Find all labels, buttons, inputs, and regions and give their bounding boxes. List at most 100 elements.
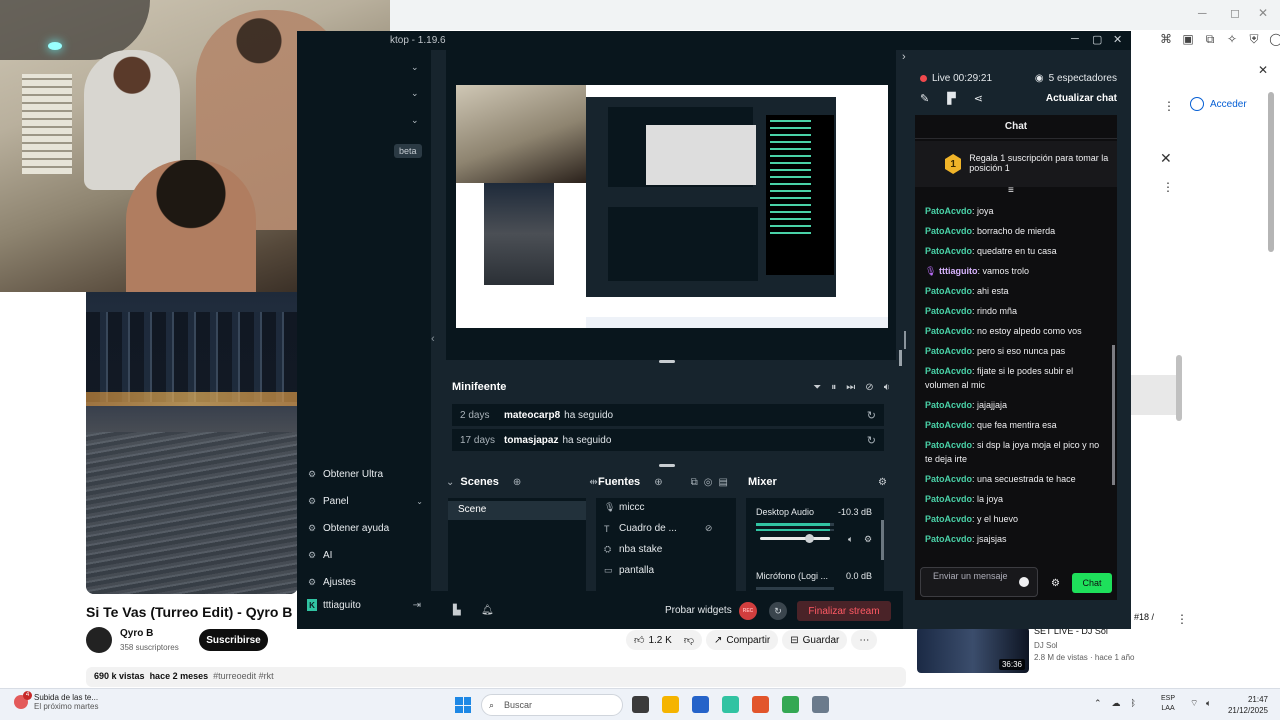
page-scrollbar[interactable]: [1268, 92, 1274, 252]
wifi-icon[interactable]: ⌔: [1190, 698, 1198, 709]
close-icon[interactable]: ✕: [1160, 150, 1172, 167]
chat-scrollbar[interactable]: [1112, 345, 1115, 485]
maximize-icon[interactable]: ▢: [1092, 33, 1102, 46]
gift-sub-banner[interactable]: 1 Regala 1 suscripción para tomar la pos…: [915, 141, 1117, 187]
slider-knob[interactable]: [805, 534, 815, 543]
refresh-chat-button[interactable]: Actualizar chat: [1046, 93, 1117, 104]
replay-icon[interactable]: ↻: [867, 409, 876, 422]
like-button[interactable]: 👍︎ 1.2 K 👎︎: [626, 630, 702, 650]
chat-user[interactable]: PatoAcvdo: [925, 366, 972, 376]
chat-send-button[interactable]: Chat: [1072, 573, 1112, 593]
panel-divider[interactable]: [904, 331, 906, 349]
bell-icon[interactable]: 🔔︎: [481, 605, 494, 616]
skip-icon[interactable]: ⏭: [846, 382, 855, 393]
subscribe-button[interactable]: Suscribirse: [199, 629, 268, 651]
recommended-channel[interactable]: DJ Sol: [1034, 641, 1058, 650]
chevron-down-icon[interactable]: ⌄: [411, 115, 419, 126]
chat-user[interactable]: PatoAcvdo: [925, 514, 972, 524]
share-button[interactable]: ↗ Compartir: [705, 630, 779, 650]
record-button[interactable]: REC: [739, 602, 757, 620]
sidebar-item-obtener-ayuda[interactable]: ⚙ Obtener ayuda: [307, 515, 431, 542]
replay-buffer-button[interactable]: ↻: [769, 602, 787, 620]
chat-user[interactable]: PatoAcvdo: [925, 326, 972, 336]
group-icon[interactable]: ⧉: [691, 477, 698, 488]
minimize-icon[interactable]: ─: [1071, 33, 1079, 45]
save-button[interactable]: ⊟ Guardar: [782, 630, 848, 650]
close-icon[interactable]: ✕: [1258, 63, 1268, 77]
more-vert-icon[interactable]: ⋮: [1176, 612, 1188, 626]
chat-user[interactable]: PatoAcvdo: [925, 306, 972, 316]
hashtags[interactable]: #turreoedit #rkt: [213, 671, 274, 681]
settings-icon[interactable]: [812, 696, 829, 713]
add-source-icon[interactable]: ⊕: [654, 477, 662, 488]
channel-name[interactable]: Qyro B: [120, 628, 153, 639]
edit-icon[interactable]: ✎: [920, 92, 929, 105]
chrome-icon[interactable]: [782, 696, 799, 713]
eye-icon[interactable]: ◎: [704, 477, 713, 488]
chat-user[interactable]: PatoAcvdo: [925, 206, 972, 216]
volume-slider[interactable]: [760, 534, 830, 543]
file-explorer-icon[interactable]: [662, 696, 679, 713]
taskbar-search[interactable]: ⌕ Buscar: [481, 694, 623, 716]
resize-handle[interactable]: [659, 360, 675, 363]
language-indicator[interactable]: ESP LAA: [1161, 694, 1175, 714]
streamlabs-icon[interactable]: [722, 696, 739, 713]
chat-input[interactable]: Enviar un mensaje: [920, 567, 1038, 597]
close-icon[interactable]: ✕: [1258, 6, 1268, 20]
mixer-scrollbar[interactable]: [881, 520, 884, 560]
source-item[interactable]: ▭ pantalla: [604, 565, 654, 576]
chevron-up-icon[interactable]: ⌃: [1094, 698, 1102, 709]
scrollbar[interactable]: [1176, 355, 1182, 421]
volume-icon[interactable]: 🔉︎: [884, 382, 890, 393]
close-icon[interactable]: ✕: [1113, 33, 1122, 46]
chat-user[interactable]: tttiaguito: [939, 266, 978, 276]
chat-user[interactable]: PatoAcvdo: [925, 534, 972, 544]
chat-user[interactable]: PatoAcvdo: [925, 346, 972, 356]
emoji-icon[interactable]: [1019, 577, 1029, 587]
volume-icon[interactable]: 🔈︎: [1206, 698, 1211, 709]
bookmarks-icon[interactable]: ⌘: [1158, 32, 1174, 47]
more-actions-button[interactable]: ⋯: [851, 630, 878, 650]
video-description[interactable]: 690 k vistas hace 2 meses #turreoedit #r…: [86, 667, 906, 687]
profile-icon[interactable]: ◯: [1268, 32, 1280, 47]
copilot-icon[interactable]: ✧: [1224, 32, 1240, 47]
chat-user[interactable]: PatoAcvdo: [925, 440, 972, 450]
sidebar-item-ai[interactable]: ⚙ AI: [307, 542, 431, 569]
add-scene-icon[interactable]: ⊕: [513, 477, 521, 488]
stream-preview[interactable]: [446, 50, 902, 366]
chat-user[interactable]: PatoAcvdo: [925, 226, 972, 236]
source-item[interactable]: T Cuadro de ... ⊘: [604, 523, 714, 534]
end-stream-button[interactable]: Finalizar stream: [797, 601, 891, 621]
logout-icon[interactable]: ⇥: [413, 600, 421, 611]
chevron-down-icon[interactable]: ⌄: [411, 62, 419, 73]
preview-scrollbar[interactable]: [899, 350, 902, 366]
resize-handle[interactable]: [659, 464, 675, 467]
network-icon[interactable]: ☁: [1112, 698, 1121, 709]
chevron-down-icon[interactable]: ⌄: [416, 497, 423, 506]
volume-icon[interactable]: 🔈︎: [848, 534, 853, 545]
recommended-thumbnail[interactable]: 36:36: [917, 627, 1029, 673]
start-button[interactable]: [455, 697, 471, 713]
pause-icon[interactable]: ⏸: [831, 382, 836, 393]
chat-user[interactable]: PatoAcvdo: [925, 246, 972, 256]
sidebar-item-panel[interactable]: ⚙ Panel ⌄: [307, 488, 431, 515]
user-account[interactable]: K tttiaguito ⇥: [307, 599, 421, 611]
folder-icon[interactable]: ▤: [718, 477, 727, 488]
chevron-left-icon[interactable]: ‹: [431, 333, 435, 345]
brave-icon[interactable]: [752, 696, 769, 713]
taskbar-notification[interactable]: 4 Subida de las te... El próximo martes: [14, 691, 98, 711]
gear-icon[interactable]: ⚙: [864, 534, 872, 545]
replay-icon[interactable]: ↻: [867, 434, 876, 447]
chevron-down-icon[interactable]: ⌄: [446, 477, 454, 488]
extensions-icon[interactable]: ⧉: [1202, 32, 1218, 47]
video-player[interactable]: [86, 292, 298, 594]
scene-item[interactable]: Scene: [448, 501, 586, 520]
more-vert-icon[interactable]: ⋮: [1163, 99, 1175, 113]
gear-icon[interactable]: ⚙: [878, 477, 887, 488]
chat-user[interactable]: PatoAcvdo: [925, 474, 972, 484]
sidebar-icon[interactable]: ▣: [1180, 32, 1196, 47]
sidebar-item-ajustes[interactable]: ⚙ Ajustes: [307, 569, 431, 596]
info-icon[interactable]: ▛: [947, 92, 955, 105]
transition-icon[interactable]: ⇹: [589, 477, 597, 488]
chat-user[interactable]: PatoAcvdo: [925, 420, 972, 430]
